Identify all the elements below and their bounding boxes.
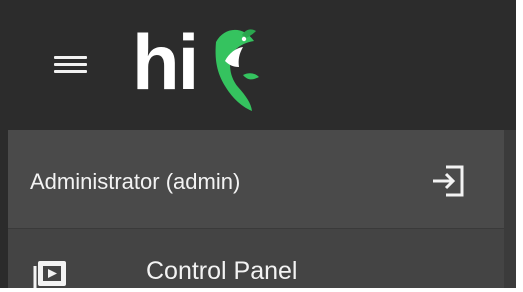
logout-icon — [433, 165, 464, 197]
top-app-bar: hi — [0, 0, 516, 130]
sidebar-item-label: Control Panel — [146, 257, 298, 285]
app-logo[interactable]: hi — [132, 17, 262, 112]
user-label: Administrator (admin) — [30, 169, 241, 194]
sidebar-edge — [504, 130, 516, 288]
svg-text:hi: hi — [132, 18, 197, 106]
sidebar: Administrator (admin) Control Panel — [8, 130, 504, 288]
app-window: hi Administrator (admin) Control Panel — [0, 0, 516, 288]
hamburger-menu-icon — [54, 56, 87, 59]
menu-button[interactable] — [50, 50, 92, 80]
hamburger-menu-icon — [54, 63, 87, 66]
sidebar-item-control-panel[interactable]: Control Panel — [8, 229, 504, 288]
control-panel-icon — [32, 258, 74, 288]
logout-button[interactable] — [428, 163, 470, 199]
hamburger-menu-icon — [54, 70, 87, 73]
user-row: Administrator (admin) — [8, 130, 504, 229]
